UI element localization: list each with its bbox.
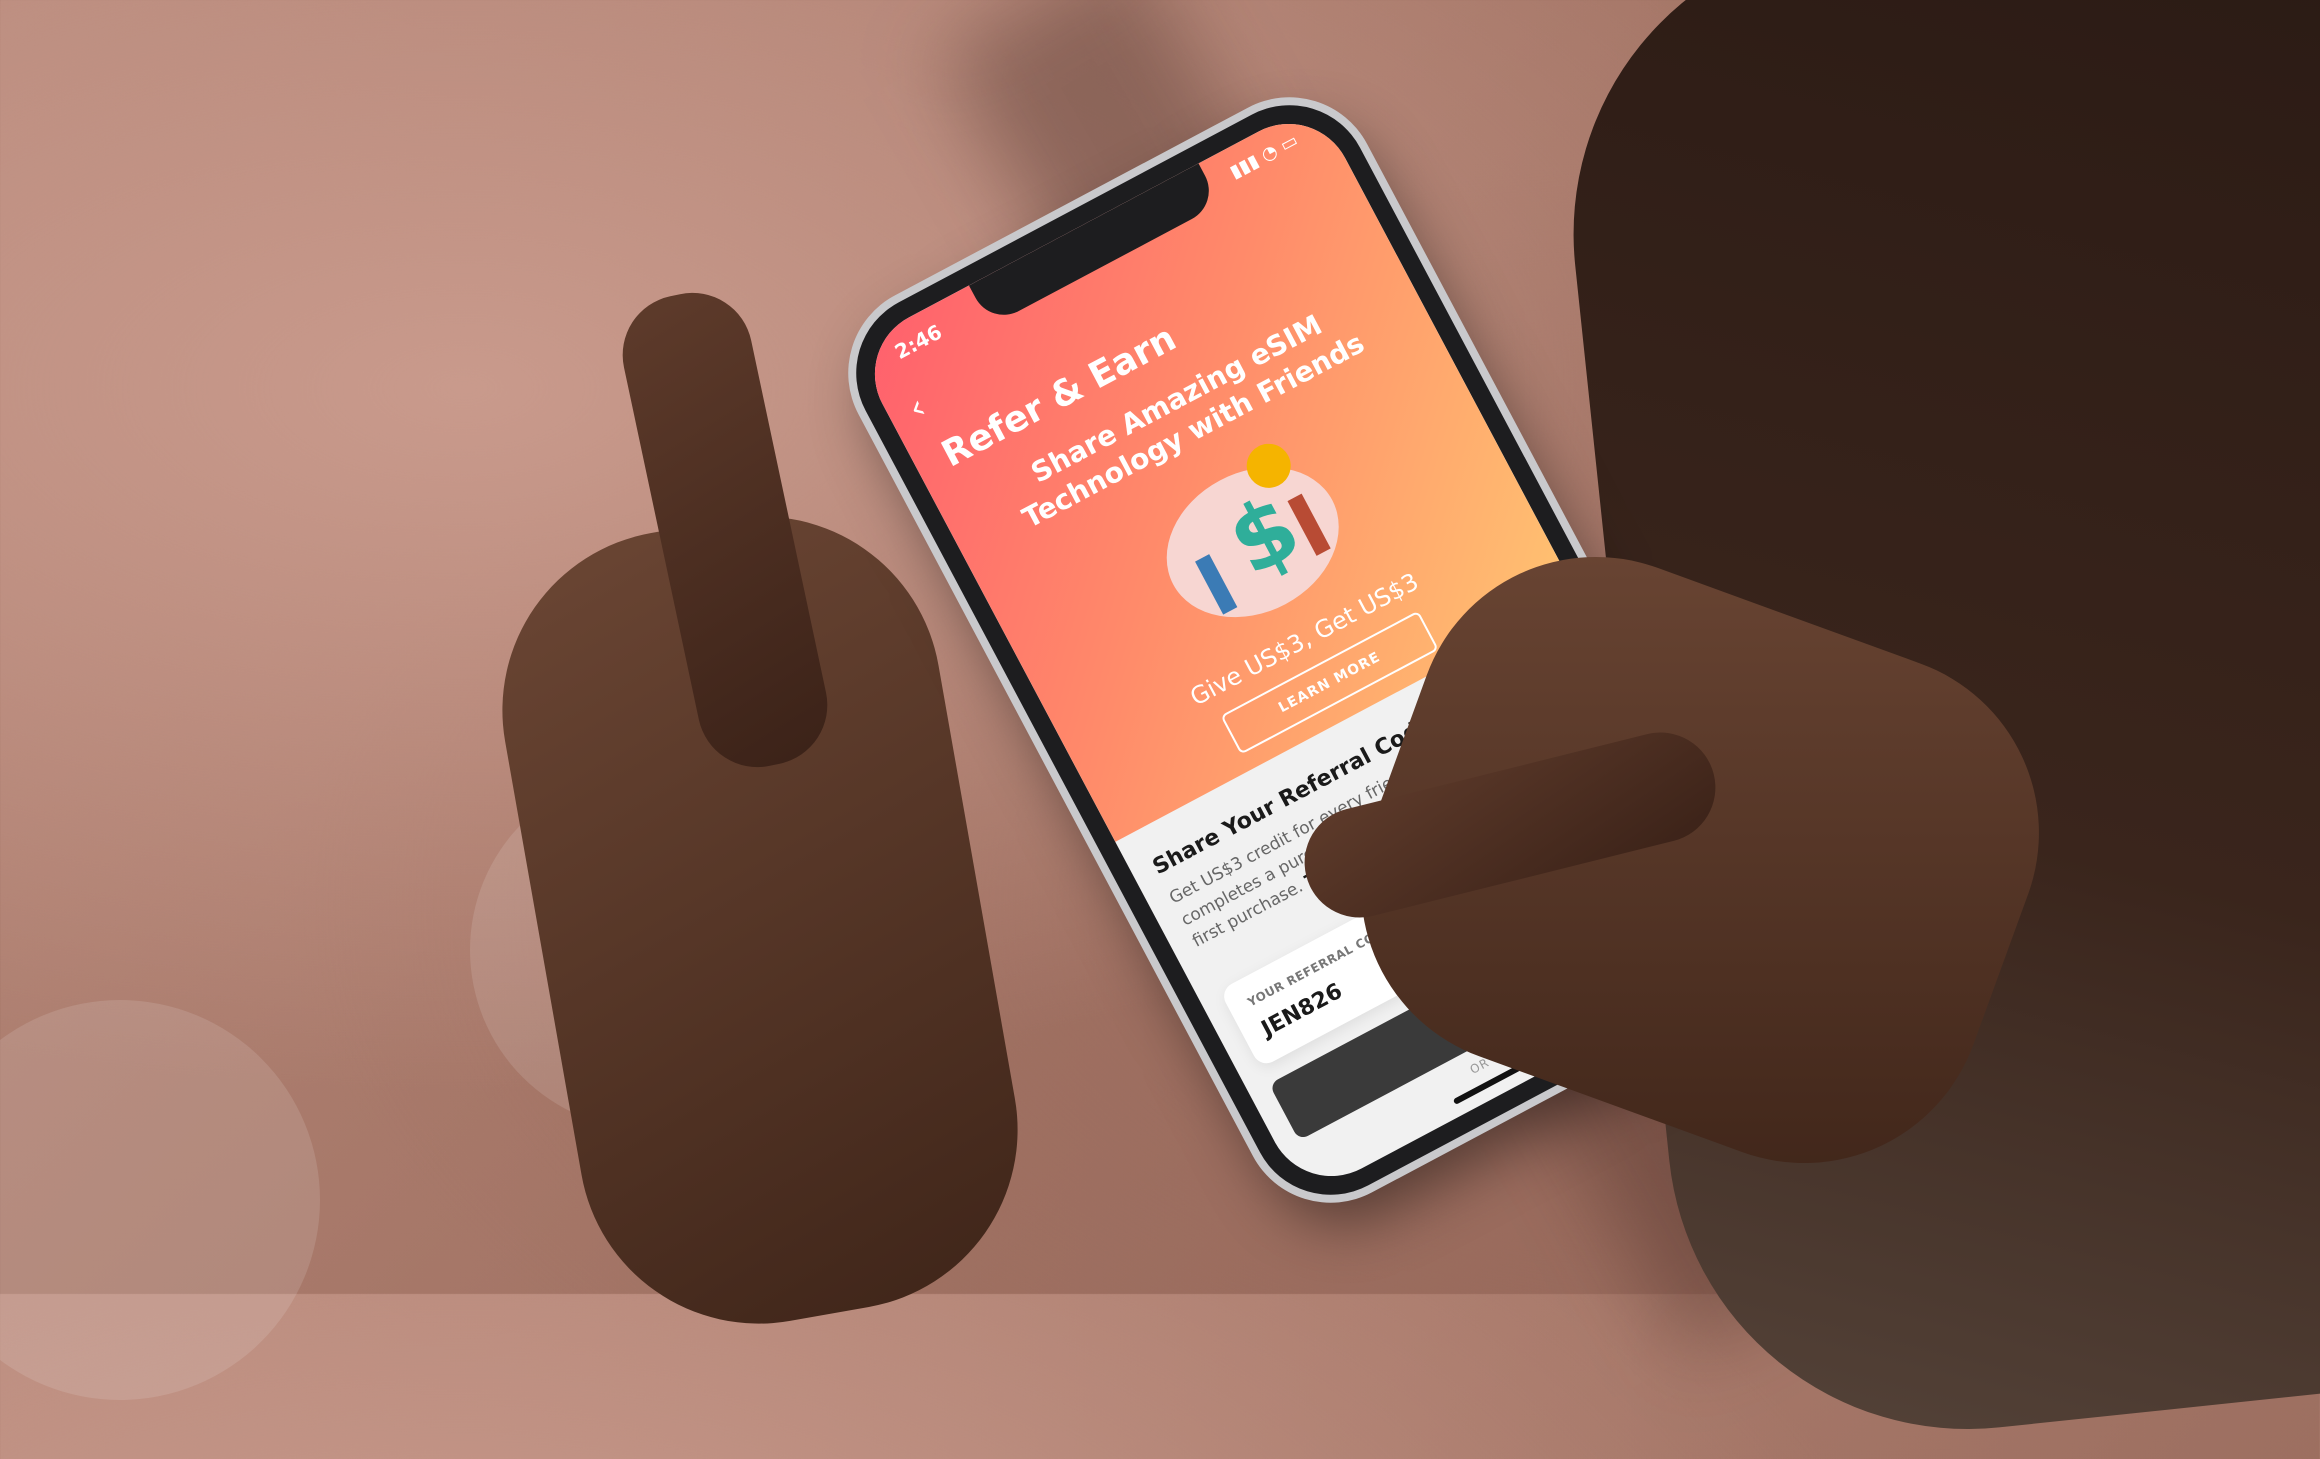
signal-wifi-battery-icon: ▮▮▮ ◔ ▭ (1226, 129, 1302, 183)
status-time: 2:46 (890, 319, 946, 365)
back-chevron-icon[interactable]: ‹ (902, 387, 933, 429)
bokeh-circle (0, 1000, 320, 1400)
